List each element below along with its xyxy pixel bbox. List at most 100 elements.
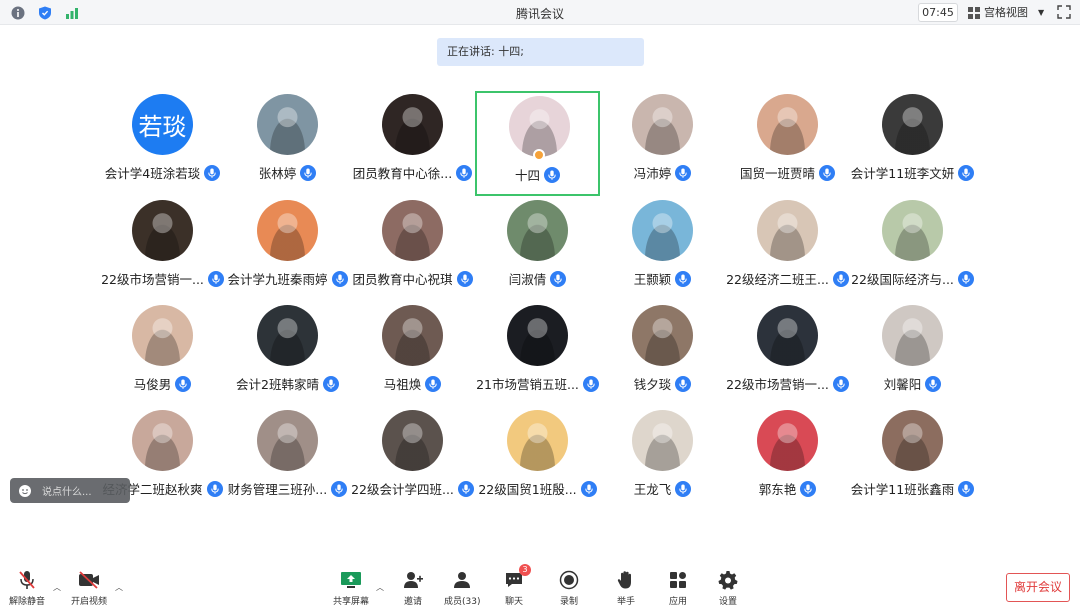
mic-icon (675, 375, 692, 392)
participant-name: 郭东艳 (758, 482, 797, 497)
avatar (882, 305, 943, 366)
invite-icon (402, 570, 424, 590)
participant-tile[interactable]: 22级国际经济与... (850, 197, 975, 302)
mic-icon (544, 166, 560, 183)
avatar (257, 94, 318, 155)
apps-button[interactable]: 应用 (667, 570, 689, 607)
participant-name: 会计学4班涂若琰 (104, 166, 201, 181)
participant-name: 十四 (514, 168, 540, 183)
avatar (882, 410, 943, 471)
share-screen-button[interactable]: 共享屏幕 (333, 570, 369, 607)
emoji-icon[interactable] (18, 484, 32, 498)
participant-name: 22级会计学四班... (351, 482, 454, 497)
avatar (382, 200, 443, 261)
chat-icon: 3 (503, 564, 531, 590)
participant-name: 21市场营销五班... (476, 377, 579, 392)
avatar: 若琰 (132, 94, 193, 155)
avatar (132, 305, 193, 366)
avatar (509, 96, 570, 157)
meeting-toolbar: 解除静音 ︿ 开启视频 ︿ 共享屏幕 ︿ 邀请 成员(33) 3 聊天 录制 举… (0, 560, 1080, 608)
hand-icon (615, 570, 637, 590)
participant-name: 冯沛婷 (633, 166, 672, 181)
view-label: 宫格视图 (984, 6, 1028, 19)
view-switcher[interactable]: 宫格视图 ▼ (968, 3, 1050, 22)
participant-tile[interactable]: 刘馨阳 (850, 302, 975, 407)
record-button[interactable]: 录制 (558, 570, 580, 607)
avatar (382, 410, 443, 471)
participant-name: 财务管理三班孙... (227, 482, 328, 497)
camera-off-icon (78, 570, 100, 590)
chat-placeholder: 说点什么... (42, 487, 92, 498)
mic-icon (550, 270, 567, 287)
participant-name: 22级市场营销一... (101, 272, 204, 287)
avatar (257, 410, 318, 471)
participant-tile[interactable]: 会计学11班张鑫雨 (850, 407, 975, 512)
avatar (632, 410, 693, 471)
mic-icon (958, 480, 975, 497)
audio-options-chevron-icon[interactable]: ︿ (53, 582, 61, 593)
participant-name: 会计学九班秦雨婷 (227, 272, 328, 287)
avatar (382, 94, 443, 155)
mic-icon (675, 480, 692, 497)
participant-name-row: 会计学11班李文妍 (830, 163, 995, 182)
host-badge (533, 149, 545, 161)
chat-unread-badge: 3 (519, 564, 531, 576)
grid-view-icon (968, 6, 980, 19)
record-icon (558, 570, 580, 590)
avatar (507, 200, 568, 261)
chat-quick-input[interactable]: 说点什么... (10, 478, 130, 503)
avatar (257, 305, 318, 366)
mic-icon (957, 270, 974, 287)
settings-button[interactable]: 设置 (717, 570, 739, 607)
chevron-down-icon: ▼ (1038, 8, 1045, 17)
participant-name: 会计2班韩家晴 (236, 377, 319, 392)
mic-icon (675, 270, 692, 287)
avatar (757, 94, 818, 155)
participant-name: 刘馨阳 (883, 377, 922, 392)
avatar (257, 200, 318, 261)
participant-tile[interactable]: 会计学11班李文妍 (850, 91, 975, 196)
avatar (757, 410, 818, 471)
apps-icon (667, 570, 689, 590)
title-bar: 腾讯会议 07:45 宫格视图 ▼ (0, 0, 1080, 25)
avatar (132, 410, 193, 471)
participant-name: 22级国贸1班殷... (478, 482, 577, 497)
participant-name: 会计学11班张鑫雨 (850, 482, 955, 497)
video-options-chevron-icon[interactable]: ︿ (115, 582, 123, 593)
invite-button[interactable]: 邀请 (402, 570, 424, 607)
avatar (882, 200, 943, 261)
avatar (632, 200, 693, 261)
participant-name: 钱夕琰 (633, 377, 672, 392)
participant-name-row: 22级国际经济与... (830, 269, 995, 288)
participant-name: 王龙飞 (633, 482, 672, 497)
avatar (632, 94, 693, 155)
mic-icon (675, 164, 692, 181)
participant-name: 会计学11班李文妍 (850, 166, 955, 181)
meeting-timer: 07:45 (918, 3, 958, 22)
share-screen-icon (340, 570, 362, 590)
mic-icon (300, 164, 317, 181)
raise-hand-button[interactable]: 举手 (615, 570, 637, 607)
mic-icon (425, 375, 442, 392)
participant-name: 马俊男 (133, 377, 172, 392)
participant-name: 22级市场营销一... (726, 377, 829, 392)
mic-icon (958, 164, 975, 181)
participant-name: 22级经济二班王... (726, 272, 829, 287)
avatar (507, 410, 568, 471)
fullscreen-icon[interactable] (1056, 4, 1072, 20)
avatar (507, 305, 568, 366)
members-button[interactable]: 成员(33) (444, 570, 480, 607)
chat-button[interactable]: 3 聊天 (503, 564, 531, 607)
participant-name: 团员教育中心祝琪 (352, 272, 453, 287)
participant-name: 张林婷 (258, 166, 297, 181)
avatar (132, 200, 193, 261)
avatar (632, 305, 693, 366)
start-video-button[interactable]: 开启视频 (71, 570, 107, 607)
mic-icon (175, 375, 192, 392)
gear-icon (717, 570, 739, 590)
participant-name-row: 刘馨阳 (830, 374, 995, 393)
avatar (382, 305, 443, 366)
leave-meeting-button[interactable]: 离开会议 (1006, 573, 1070, 602)
unmute-button[interactable]: 解除静音 (9, 570, 45, 607)
share-options-chevron-icon[interactable]: ︿ (376, 582, 384, 593)
